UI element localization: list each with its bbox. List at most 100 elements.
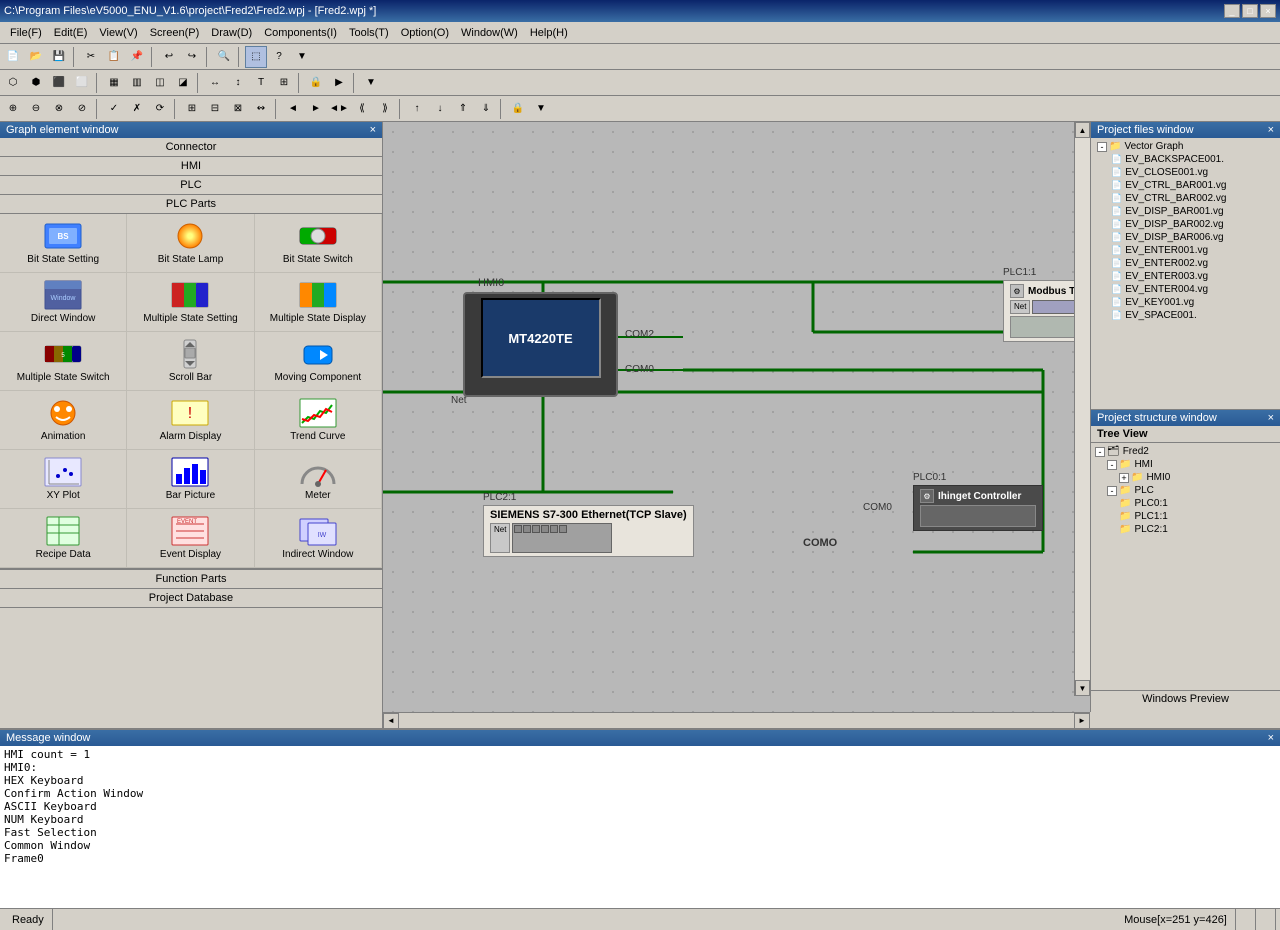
tb2-6[interactable]: ▥ (126, 72, 148, 94)
item-bit-state-switch[interactable]: Bit State Switch (255, 214, 382, 273)
tb3-14[interactable]: ◄► (328, 98, 350, 120)
item-direct-window[interactable]: Window Direct Window (0, 273, 127, 332)
scroll-left[interactable]: ◄ (383, 713, 399, 729)
tb2-1[interactable]: ⬡ (2, 72, 24, 94)
hmi0-expand[interactable]: + (1119, 473, 1129, 483)
tree-plc11[interactable]: 📁 PLC1:1 (1093, 510, 1278, 523)
tb3-18[interactable]: ↓ (429, 98, 451, 120)
tb3-20[interactable]: ⇓ (475, 98, 497, 120)
tb2-3[interactable]: ⬛ (48, 72, 70, 94)
tree-plc-folder[interactable]: - 📁 PLC (1093, 484, 1278, 497)
item-recipe-data[interactable]: Recipe Data (0, 509, 127, 568)
scroll-down[interactable]: ▼ (1075, 680, 1090, 696)
tree-hmi0[interactable]: + 📁 HMI0 (1093, 471, 1278, 484)
menu-tools[interactable]: Tools(T) (343, 25, 395, 41)
paste-btn[interactable]: 📌 (126, 46, 148, 68)
tb3-16[interactable]: ⟫ (374, 98, 396, 120)
plc0-box[interactable]: ⚙ Ihinget Controller (913, 485, 1043, 531)
category-connector[interactable]: Connector (0, 138, 382, 157)
menu-draw[interactable]: Draw(D) (205, 25, 258, 41)
item-multiple-state-switch[interactable]: 5 Multiple State Switch (0, 332, 127, 391)
tb3-5[interactable]: ✓ (103, 98, 125, 120)
scroll-right[interactable]: ► (1074, 713, 1090, 729)
category-plc[interactable]: PLC (0, 176, 382, 195)
copy-btn[interactable]: 📋 (103, 46, 125, 68)
tb2-11[interactable]: T (250, 72, 272, 94)
menu-option[interactable]: Option(O) (395, 25, 455, 41)
undo-btn[interactable]: ↩ (158, 46, 180, 68)
tb3-17[interactable]: ↑ (406, 98, 428, 120)
tb3-3[interactable]: ⊗ (48, 98, 70, 120)
tree-file-10[interactable]: 📄 EV_ENTER004.vg (1093, 283, 1278, 296)
item-multiple-state-setting[interactable]: Multiple State Setting (127, 273, 254, 332)
tree-file-1[interactable]: 📄 EV_CLOSE001.vg (1093, 166, 1278, 179)
save-btn[interactable]: 💾 (48, 46, 70, 68)
minimize-btn[interactable]: _ (1224, 4, 1240, 18)
tb3-13[interactable]: ► (305, 98, 327, 120)
category-plc-parts[interactable]: PLC Parts (0, 195, 382, 214)
category-function-parts[interactable]: Function Parts (0, 570, 382, 589)
tb2-extra[interactable]: ▼ (360, 72, 382, 94)
tree-fred2[interactable]: - 🗂 Fred2 (1093, 445, 1278, 458)
tb2-4[interactable]: ⬜ (71, 72, 93, 94)
tb2-7[interactable]: ◫ (149, 72, 171, 94)
message-window-close[interactable]: × (1268, 732, 1274, 744)
item-trend-curve[interactable]: Trend Curve (255, 391, 382, 450)
item-bar-picture[interactable]: Bar Picture (127, 450, 254, 509)
canvas-area[interactable]: HMI0 MT4220TE COM2 COM0 Net (383, 122, 1090, 712)
item-indirect-window[interactable]: IW Indirect Window (255, 509, 382, 568)
tb3-10[interactable]: ⊠ (227, 98, 249, 120)
tree-plc01[interactable]: 📁 PLC0:1 (1093, 497, 1278, 510)
item-meter[interactable]: Meter (255, 450, 382, 509)
tree-file-9[interactable]: 📄 EV_ENTER003.vg (1093, 270, 1278, 283)
item-event-display[interactable]: EVENT Event Display (127, 509, 254, 568)
project-structure-close[interactable]: × (1268, 412, 1274, 424)
tree-file-7[interactable]: 📄 EV_ENTER001.vg (1093, 244, 1278, 257)
menu-view[interactable]: View(V) (93, 25, 143, 41)
item-animation[interactable]: Animation (0, 391, 127, 450)
menu-help[interactable]: Help(H) (524, 25, 574, 41)
tree-file-4[interactable]: 📄 EV_DISP_BAR001.vg (1093, 205, 1278, 218)
expand-icon[interactable]: - (1097, 142, 1107, 152)
find-btn[interactable]: 🔍 (213, 46, 235, 68)
tb3-15[interactable]: ⟪ (351, 98, 373, 120)
tb3-4[interactable]: ⊘ (71, 98, 93, 120)
item-scroll-bar[interactable]: Scroll Bar (127, 332, 254, 391)
tb2-9[interactable]: ↔ (204, 72, 226, 94)
tb3-extra[interactable]: ▼ (530, 98, 552, 120)
fred2-expand[interactable]: - (1095, 447, 1105, 457)
scroll-up[interactable]: ▲ (1075, 122, 1090, 138)
tree-file-8[interactable]: 📄 EV_ENTER002.vg (1093, 257, 1278, 270)
item-xy-plot[interactable]: XY Plot (0, 450, 127, 509)
tree-file-0[interactable]: 📄 EV_BACKSPACE001. (1093, 153, 1278, 166)
tb3-21[interactable]: 🔒 (507, 98, 529, 120)
tb3-11[interactable]: ↭ (250, 98, 272, 120)
category-hmi[interactable]: HMI (0, 157, 382, 176)
tree-file-12[interactable]: 📄 EV_SPACE001. (1093, 309, 1278, 322)
help2-btn[interactable]: ? (268, 46, 290, 68)
left-panel-close[interactable]: × (370, 124, 376, 136)
tb2-12[interactable]: ⊞ (273, 72, 295, 94)
redo-btn[interactable]: ↪ (181, 46, 203, 68)
tb2-10[interactable]: ↕ (227, 72, 249, 94)
menu-file[interactable]: File(F) (4, 25, 48, 41)
tb3-12[interactable]: ◄ (282, 98, 304, 120)
select-btn[interactable]: ⬚ (245, 46, 267, 68)
tb3-8[interactable]: ⊞ (181, 98, 203, 120)
item-bit-state-setting[interactable]: BS Bit State Setting (0, 214, 127, 273)
tb2-13[interactable]: 🔒 (305, 72, 327, 94)
tb3-2[interactable]: ⊖ (25, 98, 47, 120)
v-scrollbar[interactable]: ▲ ▼ (1074, 122, 1090, 696)
close-btn[interactable]: × (1260, 4, 1276, 18)
item-moving-component[interactable]: Moving Component (255, 332, 382, 391)
hmi-expand[interactable]: - (1107, 460, 1117, 470)
new-btn[interactable]: 📄 (2, 46, 24, 68)
tree-file-5[interactable]: 📄 EV_DISP_BAR002.vg (1093, 218, 1278, 231)
tree-file-2[interactable]: 📄 EV_CTRL_BAR001.vg (1093, 179, 1278, 192)
menu-edit[interactable]: Edit(E) (48, 25, 94, 41)
tree-hmi-folder[interactable]: - 📁 HMI (1093, 458, 1278, 471)
tree-item-vector-graph[interactable]: - 📁 Vector Graph (1093, 140, 1278, 153)
tree-file-3[interactable]: 📄 EV_CTRL_BAR002.vg (1093, 192, 1278, 205)
tree-file-6[interactable]: 📄 EV_DISP_BAR006.vg (1093, 231, 1278, 244)
cut-btn[interactable]: ✂ (80, 46, 102, 68)
